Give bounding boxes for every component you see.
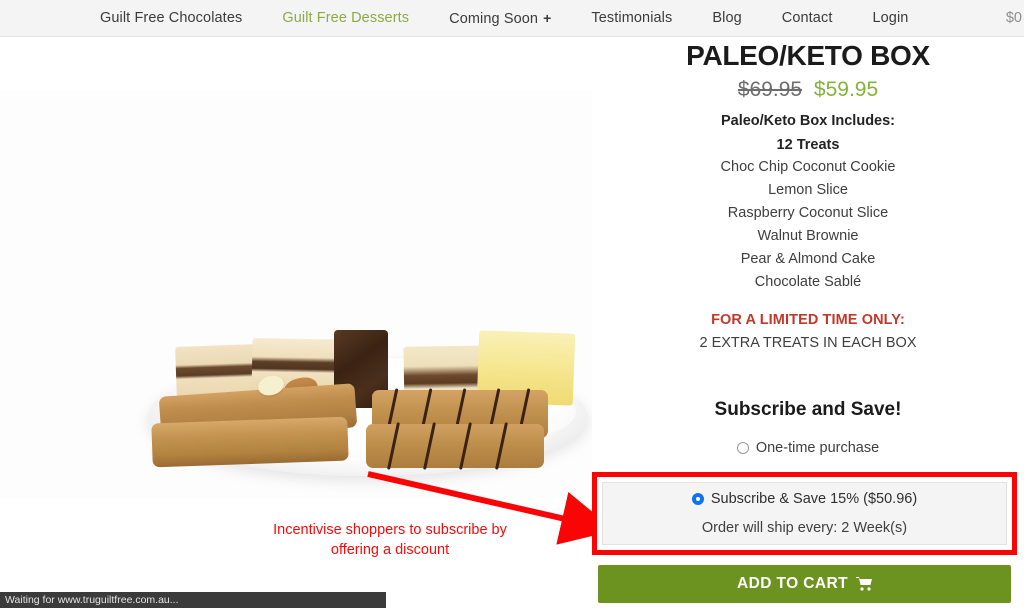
option-label: One-time purchase bbox=[755, 440, 880, 456]
add-to-cart-label: ADD TO CART bbox=[737, 575, 848, 592]
product-image-pane: Incentivise shoppers to subscribe by off… bbox=[0, 37, 592, 592]
add-to-cart-button[interactable]: ADD TO CART bbox=[598, 565, 1011, 603]
price-row: $69.95 $59.95 bbox=[592, 78, 1024, 102]
page-root: Guilt Free Chocolates Guilt Free Dessert… bbox=[0, 0, 1024, 608]
list-item: Walnut Brownie bbox=[757, 228, 859, 244]
list-item: Choc Chip Coconut Cookie bbox=[720, 159, 896, 175]
nav-item-blog[interactable]: Blog bbox=[692, 0, 761, 36]
option-subscribe-and-save[interactable]: Subscribe & Save 15% ($50.96) Order will… bbox=[602, 482, 1007, 545]
product-title: PALEO/KETO BOX bbox=[686, 40, 930, 71]
limited-offer-detail: 2 EXTRA TREATS IN EACH BOX bbox=[699, 335, 917, 351]
shopping-cart-icon bbox=[855, 577, 872, 591]
list-item: Pear & Almond Cake bbox=[740, 251, 876, 267]
product-photo[interactable] bbox=[0, 90, 592, 498]
nav-item-coming-soon[interactable]: Coming Soon + bbox=[429, 0, 571, 37]
expand-plus-icon[interactable]: + bbox=[543, 10, 551, 26]
nav-item-label: Guilt Free Chocolates bbox=[100, 10, 243, 26]
annotation-label: Incentivise shoppers to subscribe by off… bbox=[273, 522, 507, 558]
sale-price: $59.95 bbox=[813, 78, 879, 101]
nav-item-label: Testimonials bbox=[591, 10, 673, 26]
cart-total[interactable]: $0 bbox=[1006, 0, 1024, 36]
radio-one-time-purchase[interactable] bbox=[736, 442, 749, 454]
nav-item-label: Guilt Free Desserts bbox=[282, 10, 410, 26]
original-price: $69.95 bbox=[737, 78, 803, 101]
product-details-pane: PALEO/KETO BOX $69.95 $59.95 Paleo/Keto … bbox=[592, 37, 1024, 603]
radio-subscribe-and-save[interactable] bbox=[691, 493, 704, 505]
treat-list: Choc Chip Coconut Cookie Lemon Slice Ras… bbox=[592, 159, 1024, 291]
nav-item-contact[interactable]: Contact bbox=[762, 0, 853, 36]
subscribe-and-save-heading: Subscribe and Save! bbox=[714, 399, 902, 420]
dessert-walnut-brownie-bar bbox=[151, 416, 349, 468]
includes-heading: Paleo/Keto Box Includes: bbox=[720, 113, 896, 129]
nav-item-label: Contact bbox=[781, 10, 833, 26]
list-item: Chocolate Sablé bbox=[754, 274, 862, 290]
nav-item-testimonials[interactable]: Testimonials bbox=[571, 0, 692, 36]
chocolate-drizzle bbox=[423, 422, 436, 470]
subscribe-option-row[interactable]: Subscribe & Save 15% ($50.96) bbox=[691, 491, 918, 507]
limited-offer-heading: FOR A LIMITED TIME ONLY: bbox=[711, 312, 905, 328]
list-item: Raspberry Coconut Slice bbox=[727, 205, 889, 221]
nav-item-guilt-free-desserts[interactable]: Guilt Free Desserts bbox=[262, 0, 429, 36]
shipping-frequency: Order will ship every: 2 Week(s) bbox=[701, 520, 908, 536]
subscribe-option-highlight: Subscribe & Save 15% ($50.96) Order will… bbox=[592, 472, 1017, 555]
chocolate-drizzle bbox=[387, 422, 400, 470]
nav-item-label: Login bbox=[872, 10, 909, 26]
chocolate-drizzle bbox=[495, 422, 508, 470]
list-item: Lemon Slice bbox=[768, 182, 848, 198]
chocolate-drizzle bbox=[459, 422, 472, 470]
option-label: Subscribe & Save 15% ($50.96) bbox=[710, 491, 918, 507]
nav-item-login[interactable]: Login bbox=[852, 0, 928, 36]
option-one-time-purchase[interactable]: One-time purchase bbox=[592, 440, 1024, 456]
nav-item-label: Blog bbox=[712, 10, 742, 26]
nav-item-label: Coming Soon bbox=[449, 10, 539, 27]
dessert-choc-chip-cookie-front bbox=[366, 422, 544, 470]
nav-item-guilt-free-chocolates[interactable]: Guilt Free Chocolates bbox=[80, 0, 262, 36]
browser-status-bar: Waiting for www.truguiltfree.com.au... bbox=[0, 592, 386, 608]
site-navigation: Guilt Free Chocolates Guilt Free Dessert… bbox=[0, 0, 1024, 37]
treat-count: 12 Treats bbox=[776, 137, 840, 153]
